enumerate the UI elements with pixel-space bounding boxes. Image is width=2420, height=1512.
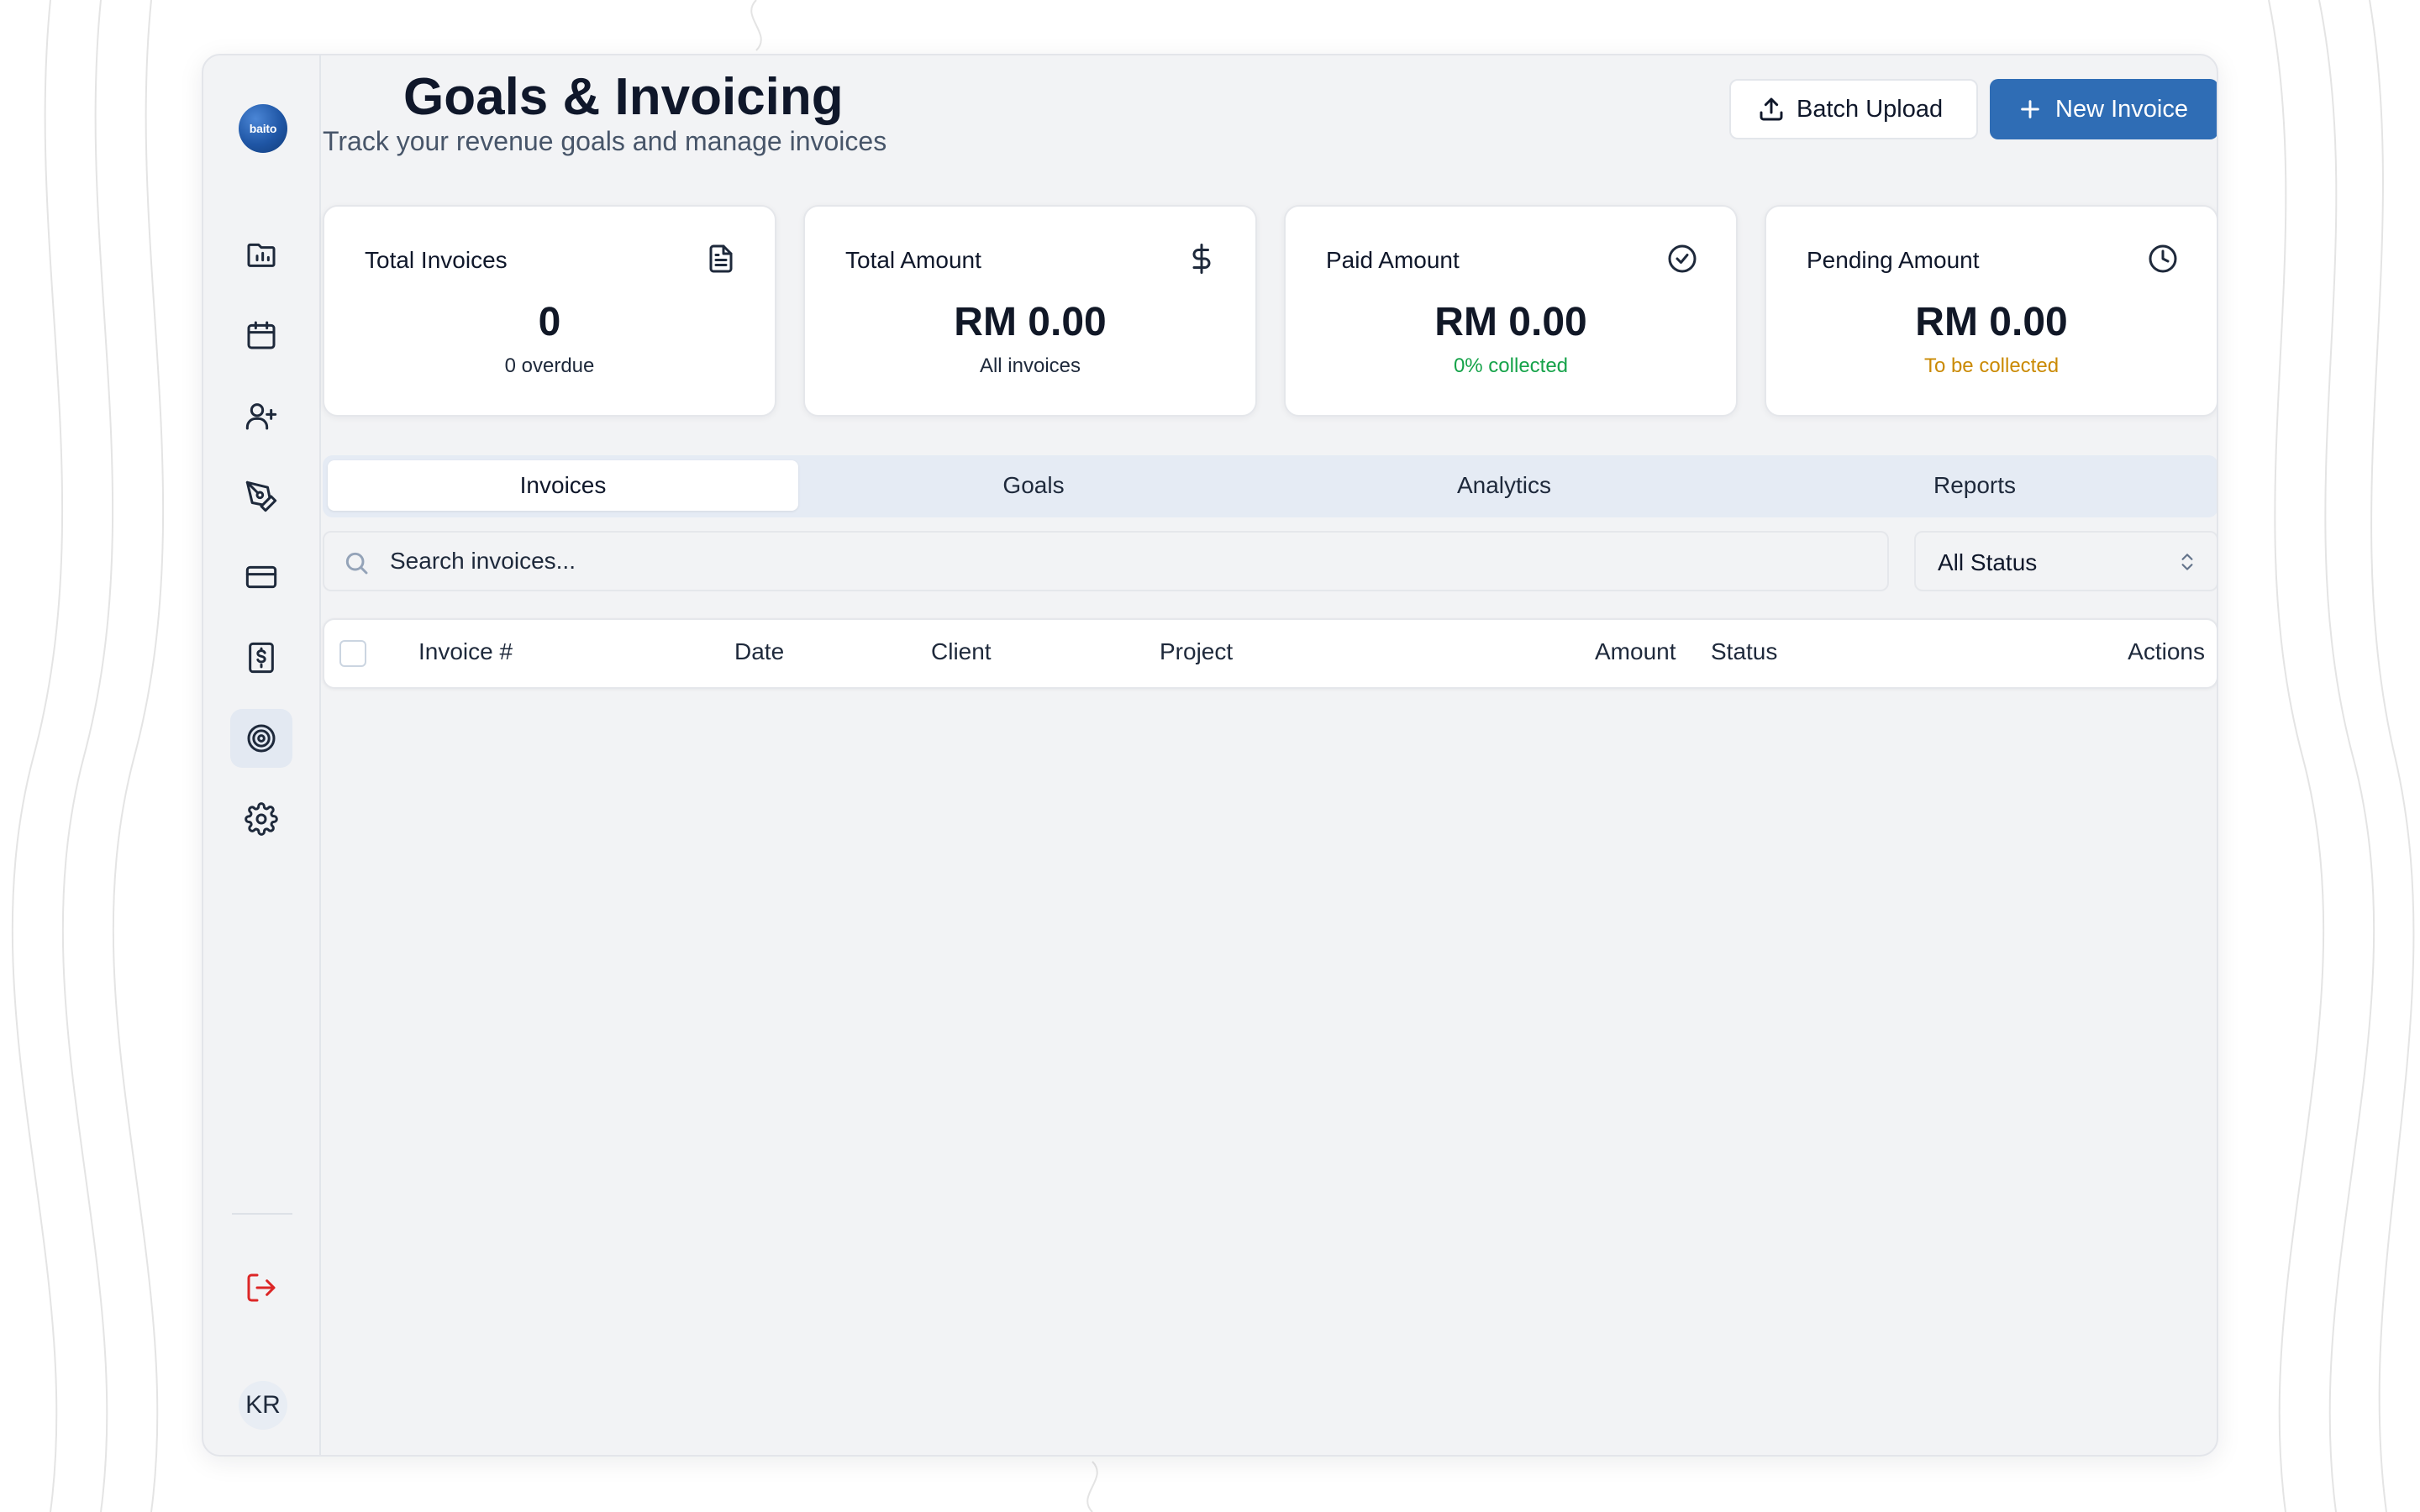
stat-value: RM 0.00 <box>1434 300 1587 344</box>
batch-upload-label: Batch Upload <box>1797 95 1944 123</box>
app-window: baito KR Goals & Invoicing Track your re… <box>202 54 2218 1457</box>
tab-goals[interactable]: Goals <box>798 460 1269 511</box>
calendar-icon <box>247 321 276 349</box>
plus-icon <box>2021 100 2039 118</box>
user-avatar[interactable]: KR <box>239 1381 287 1430</box>
tab-analytics[interactable]: Analytics <box>1269 460 1739 511</box>
sidebar-item-candidates[interactable] <box>230 386 292 445</box>
search-icon <box>345 552 368 575</box>
stat-label: Total Amount <box>845 247 981 273</box>
stat-card-total-amount: Total Amount RM 0.00 All invoices <box>803 205 1257 417</box>
stat-card-total-invoices: Total Invoices 0 0 overdue <box>323 205 776 417</box>
sidebar-item-calendar[interactable] <box>230 306 292 365</box>
batch-upload-button[interactable]: Batch Upload <box>1729 79 1978 139</box>
column-header-project[interactable]: Project <box>1160 638 1233 665</box>
sidebar-item-expenses[interactable] <box>230 628 292 687</box>
sidebar-item-tools[interactable] <box>230 467 292 526</box>
new-invoice-button[interactable]: New Invoice <box>1990 79 2217 139</box>
new-invoice-label: New Invoice <box>2055 95 2188 123</box>
stat-label: Paid Amount <box>1326 247 1460 273</box>
stat-subtext: All invoices <box>979 354 1081 377</box>
file-text-icon <box>706 244 736 274</box>
tab-invoices[interactable]: Invoices <box>328 460 798 511</box>
sidebar-item-settings[interactable] <box>230 790 292 848</box>
sidebar-item-dashboard[interactable] <box>230 225 292 284</box>
stat-subtext: 0 overdue <box>504 354 595 377</box>
search-input[interactable] <box>390 533 1869 590</box>
logout-button[interactable] <box>230 1258 292 1317</box>
chevron-up-down-icon <box>2181 554 2193 570</box>
stat-value: RM 0.00 <box>954 300 1107 344</box>
status-filter-value: All Status <box>1938 549 2038 575</box>
upload-icon <box>1760 97 1783 121</box>
clock-icon <box>2148 244 2178 274</box>
select-all-checkbox[interactable] <box>339 640 366 667</box>
dollar-icon <box>1186 244 1217 274</box>
folder-chart-icon <box>247 243 276 267</box>
invoices-table: Invoice # Date Client Project Amount Sta… <box>323 618 2217 689</box>
column-header-actions: Actions <box>2128 638 2205 664</box>
column-header-invoice-number[interactable]: Invoice # <box>418 638 513 665</box>
column-header-date[interactable]: Date <box>734 638 784 665</box>
receipt-dollar-icon <box>249 642 274 674</box>
stat-label: Pending Amount <box>1807 247 1980 273</box>
stat-value: RM 0.00 <box>1915 300 2068 344</box>
search-box <box>323 531 1889 591</box>
page-subtitle: Track your revenue goals and manage invo… <box>323 126 887 156</box>
tab-bar: Invoices Goals Analytics Reports <box>323 455 2217 517</box>
sidebar-divider <box>232 1213 292 1215</box>
check-circle-icon <box>1667 244 1697 274</box>
stat-value: 0 <box>538 300 561 344</box>
sidebar-item-goals[interactable] <box>230 709 292 768</box>
logout-icon <box>247 1273 276 1302</box>
stat-subtext: To be collected <box>1923 354 2060 377</box>
sidebar-item-payments[interactable] <box>230 548 292 606</box>
stat-card-paid-amount: Paid Amount RM 0.00 0% collected <box>1284 205 1738 417</box>
sidebar: baito KR <box>203 55 321 1455</box>
stat-card-pending-amount: Pending Amount RM 0.00 To be collected <box>1765 205 2217 417</box>
app-logo[interactable]: baito <box>239 104 287 153</box>
column-header-amount[interactable]: Amount <box>1595 638 1676 665</box>
column-header-status[interactable]: Status <box>1711 638 1777 665</box>
gear-icon <box>245 802 278 836</box>
pen-tool-icon <box>245 480 277 512</box>
user-plus-icon <box>245 403 277 430</box>
stat-subtext: 0% collected <box>1453 354 1569 377</box>
column-header-client[interactable]: Client <box>931 638 992 665</box>
status-filter-select[interactable]: All Status <box>1914 531 2217 591</box>
credit-card-icon <box>245 565 277 589</box>
stat-label: Total Invoices <box>365 247 508 273</box>
target-icon <box>247 724 276 753</box>
tab-reports[interactable]: Reports <box>1739 460 2210 511</box>
